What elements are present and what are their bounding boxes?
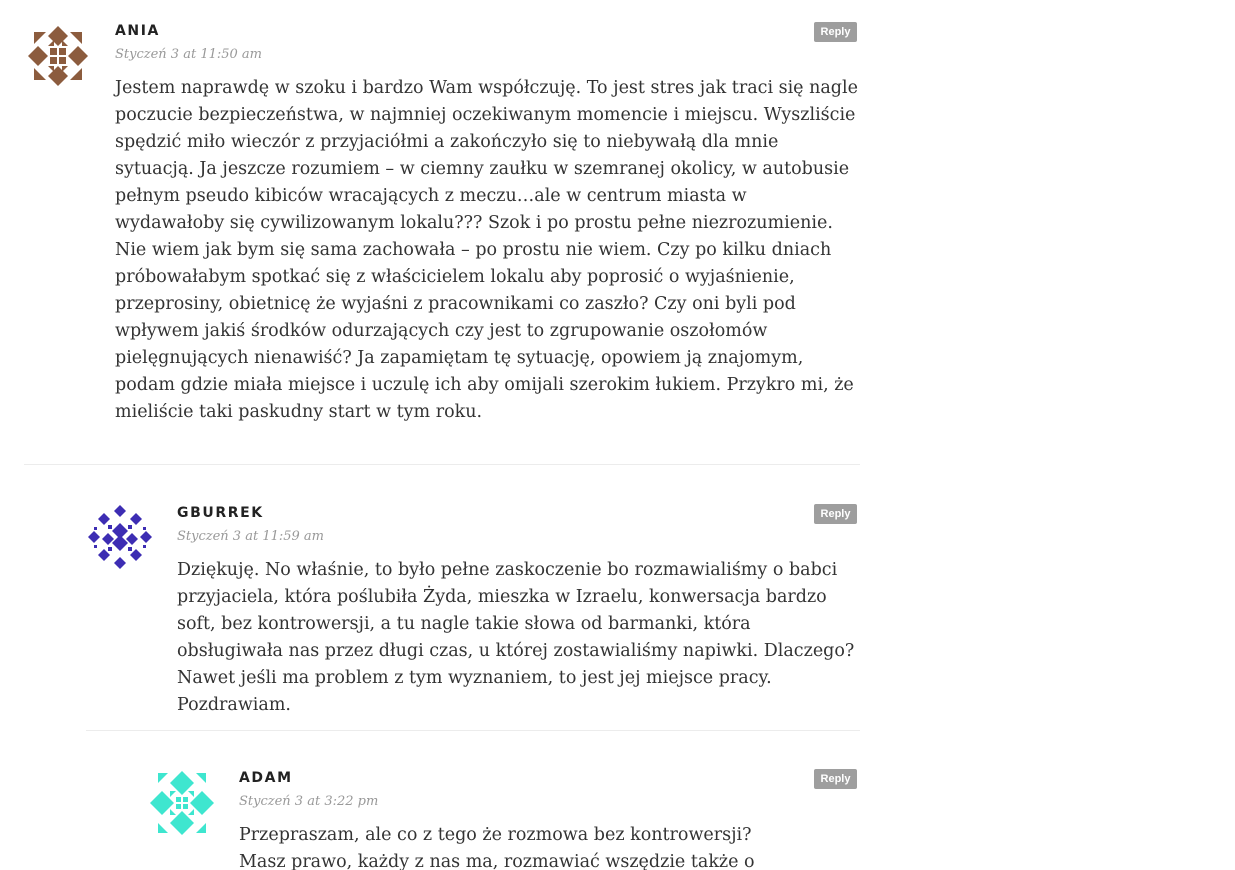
comment-author: ADAM — [239, 770, 293, 786]
comment-text: Przepraszam, ale co z tego że rozmowa be… — [239, 825, 755, 870]
comment: ADAM Styczeń 3 at 3:22 pm Reply Przepras… — [0, 0, 1235, 870]
comment-list: ANIA Styczeń 3 at 11:50 am Reply Jestem … — [0, 0, 1235, 870]
reply-button[interactable]: Reply — [814, 769, 857, 789]
user-avatar-icon — [150, 771, 214, 835]
comment-date[interactable]: Styczeń 3 at 3:22 pm — [239, 794, 378, 809]
